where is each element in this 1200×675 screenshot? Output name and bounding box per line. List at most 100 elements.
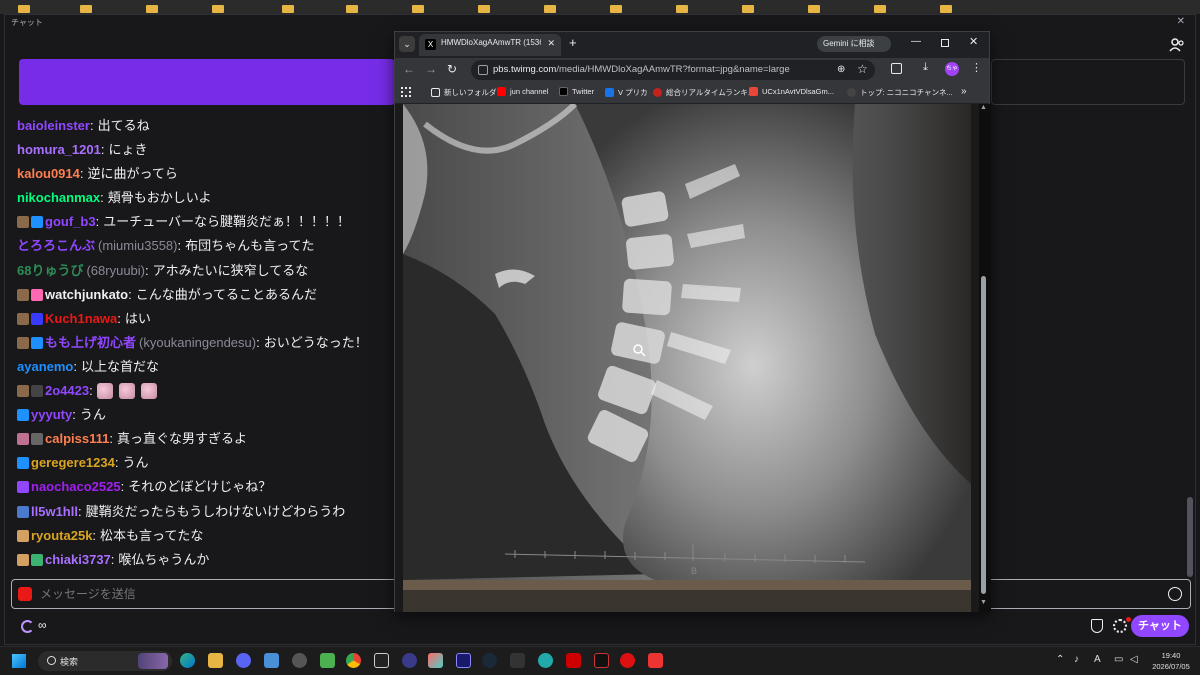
image-scrollbar[interactable] [981, 276, 986, 594]
chat-send-button[interactable]: チャット [1131, 615, 1189, 637]
badge-icon[interactable] [17, 505, 29, 518]
chat-username[interactable]: Kuch1nawa [45, 307, 117, 331]
chat-username[interactable]: yyyuty [31, 403, 72, 427]
badge-icon[interactable] [17, 312, 29, 325]
emote-icon[interactable] [118, 383, 135, 400]
badge-icon[interactable] [17, 529, 29, 542]
bookmarks-more-icon[interactable]: » [961, 86, 967, 97]
bookmark-item[interactable]: V プリカ [605, 87, 648, 98]
chat-scrollbar[interactable] [1187, 497, 1193, 577]
badge-icon[interactable] [17, 433, 29, 446]
chat-username[interactable]: とろろこんぶ [17, 234, 95, 258]
app-icon[interactable] [402, 653, 417, 668]
obs-icon[interactable] [292, 653, 307, 668]
profile-avatar[interactable]: ちゃ [945, 62, 959, 76]
ime-indicator[interactable]: A [1094, 654, 1101, 665]
emote-icon[interactable] [140, 383, 157, 400]
clock[interactable]: 19:40 2026/07/05 [1150, 650, 1192, 672]
volume-icon[interactable]: ◁ [1130, 654, 1138, 665]
app-icon[interactable] [648, 653, 663, 668]
address-bar[interactable]: pbs.twimg.com/media/HMWDloXagAAmwTR?form… [471, 60, 875, 80]
app-icon[interactable] [510, 653, 525, 668]
apps-icon[interactable] [401, 87, 411, 97]
app-icon[interactable] [428, 653, 443, 668]
shield-icon[interactable] [1091, 619, 1103, 633]
minimize-icon[interactable]: — [911, 36, 921, 47]
chat-username[interactable]: calpiss111 [45, 427, 109, 451]
badge-icon[interactable] [17, 553, 29, 566]
file-explorer-icon[interactable] [208, 653, 223, 668]
folder-icon[interactable] [80, 5, 92, 13]
reload-icon[interactable]: ↻ [447, 62, 457, 76]
bookmark-item[interactable]: トップ: ニコニコチャンネ... [847, 87, 953, 98]
folder-icon[interactable] [808, 5, 820, 13]
chat-username[interactable]: もも上げ初心者 [45, 331, 136, 355]
chat-username[interactable]: nikochanmax [17, 186, 100, 210]
bookmark-star-icon[interactable]: ☆ [857, 62, 868, 76]
badge-icon[interactable] [31, 312, 43, 325]
badge-icon[interactable] [31, 336, 43, 349]
tray-chevron-icon[interactable]: ⌃ [1056, 654, 1064, 665]
chat-username[interactable]: naochaco2525 [31, 475, 121, 499]
window-close-icon[interactable]: ✕ [969, 35, 978, 48]
extensions-icon[interactable] [891, 63, 902, 74]
badge-icon[interactable] [31, 216, 43, 229]
chat-username[interactable]: ayanemo [17, 355, 73, 379]
minecraft-icon[interactable] [320, 653, 335, 668]
app-icon[interactable] [566, 653, 581, 668]
chat-username[interactable]: gouf_b3 [45, 210, 96, 234]
chat-username[interactable]: ll5w1hll [31, 500, 78, 524]
bookmark-item[interactable]: UCx1nAvtVDlsaGm... [749, 87, 834, 96]
folder-icon[interactable] [412, 5, 424, 13]
folder-icon[interactable] [742, 5, 754, 13]
scroll-up-icon[interactable]: ▲ [980, 104, 987, 111]
folder-icon[interactable] [874, 5, 886, 13]
x-app-icon[interactable] [374, 653, 389, 668]
chat-username[interactable]: geregere1234 [31, 451, 115, 475]
badge-icon[interactable] [17, 216, 29, 229]
steam-icon[interactable] [482, 653, 497, 668]
gemini-button[interactable]: Gemini に相談 [817, 36, 891, 52]
app-icon[interactable] [594, 653, 609, 668]
back-icon[interactable]: ← [403, 62, 415, 76]
badge-icon[interactable] [17, 481, 29, 494]
folder-icon[interactable] [478, 5, 490, 13]
discord-icon[interactable] [236, 653, 251, 668]
menu-icon[interactable]: ⋮ [971, 61, 982, 74]
chat-close-icon[interactable]: ✕ [1177, 16, 1185, 27]
tab-image[interactable]: X HMWDloXagAAmwTR (1536×2048) ✕ [419, 34, 561, 56]
download-icon[interactable]: ⤓ [923, 61, 928, 74]
scroll-down-icon[interactable]: ▼ [980, 599, 987, 606]
badge-icon[interactable] [31, 385, 43, 398]
bookmark-item[interactable]: Twitter [559, 87, 594, 96]
taskbar-search[interactable]: 検索 [38, 651, 172, 671]
folder-icon[interactable] [544, 5, 556, 13]
folder-icon[interactable] [940, 5, 952, 13]
windows-start-icon[interactable] [12, 654, 26, 668]
microphone-icon[interactable]: ♪ [1074, 654, 1079, 665]
badge-icon[interactable] [17, 385, 29, 398]
bookmark-item[interactable]: 総合リアルタイムランキ... [653, 87, 754, 98]
forward-icon[interactable]: → [425, 62, 437, 76]
monitor-icon[interactable] [456, 653, 471, 668]
chat-username[interactable]: homura_1201 [17, 138, 101, 162]
folder-icon[interactable] [346, 5, 358, 13]
chat-username[interactable]: kalou0914 [17, 162, 80, 186]
app-icon[interactable] [538, 653, 553, 668]
display-icon[interactable]: ▭ [1114, 654, 1123, 665]
badge-icon[interactable] [17, 288, 29, 301]
chat-username[interactable]: watchjunkato [45, 283, 128, 307]
edge-icon[interactable] [180, 653, 195, 668]
maximize-icon[interactable] [941, 39, 949, 47]
badge-icon[interactable] [17, 336, 29, 349]
tab-close-icon[interactable]: ✕ [547, 38, 555, 49]
new-tab-icon[interactable]: + [569, 35, 577, 50]
badge-icon[interactable] [31, 553, 43, 566]
users-icon[interactable] [1169, 37, 1185, 53]
folder-icon[interactable] [610, 5, 622, 13]
folder-icon[interactable] [212, 5, 224, 13]
folder-icon[interactable] [282, 5, 294, 13]
zoom-icon[interactable]: ⊕ [837, 64, 845, 75]
badge-icon[interactable] [31, 433, 43, 446]
badge-icon[interactable] [17, 457, 29, 470]
